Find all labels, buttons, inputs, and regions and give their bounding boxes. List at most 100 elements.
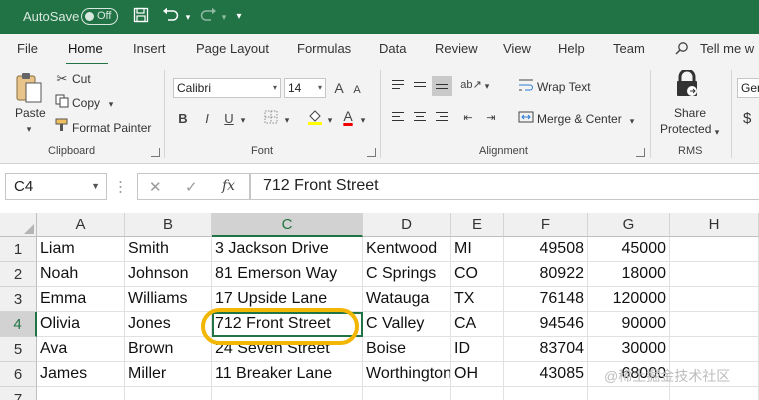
cell-b5[interactable]: Brown — [125, 337, 212, 362]
font-launcher-icon[interactable] — [367, 148, 376, 157]
row-header-7[interactable]: 7 — [0, 387, 37, 400]
cell-d2[interactable]: C Springs — [363, 262, 451, 287]
paste-button[interactable]: Paste — [15, 106, 46, 120]
autosave-toggle[interactable]: Off — [81, 8, 118, 25]
tab-data[interactable]: Data — [379, 41, 406, 56]
cut-icon[interactable]: ✂ — [54, 70, 70, 88]
cell-h4[interactable] — [670, 312, 759, 337]
cell-b2[interactable]: Johnson — [125, 262, 212, 287]
row-header-1[interactable]: 1 — [0, 237, 37, 262]
tab-view[interactable]: View — [503, 41, 531, 56]
customize-toolbar-icon[interactable]: ▾ — [233, 7, 245, 27]
merge-center-button[interactable]: Merge & Center — [537, 112, 622, 126]
cell-g1[interactable]: 45000 — [588, 237, 670, 262]
copy-dropdown-icon[interactable]: ▾ — [106, 95, 116, 113]
borders-icon[interactable] — [262, 110, 280, 129]
paste-icon[interactable] — [14, 70, 44, 104]
cell-g4[interactable]: 90000 — [588, 312, 670, 337]
cell-d3[interactable]: Watauga — [363, 287, 451, 312]
fill-color-icon[interactable] — [306, 108, 324, 131]
cell-h5[interactable] — [670, 337, 759, 362]
cell-d7[interactable] — [363, 387, 451, 400]
cell-b6[interactable]: Miller — [125, 362, 212, 387]
row-header-2[interactable]: 2 — [0, 262, 37, 287]
cell-e5[interactable]: ID — [451, 337, 504, 362]
merge-dropdown-icon[interactable]: ▾ — [627, 112, 637, 130]
bottom-align-icon[interactable] — [432, 76, 452, 96]
cell-g7[interactable] — [588, 387, 670, 400]
enter-icon[interactable]: ✓ — [185, 178, 198, 196]
grow-font-icon[interactable]: A — [331, 79, 347, 97]
tab-home[interactable]: Home — [68, 41, 103, 56]
cell-c6[interactable]: 11 Breaker Lane — [212, 362, 363, 387]
column-header-b[interactable]: B — [125, 213, 212, 237]
tab-review[interactable]: Review — [435, 41, 478, 56]
row-header-5[interactable]: 5 — [0, 337, 37, 362]
clipboard-launcher-icon[interactable] — [151, 148, 160, 157]
shrink-font-icon[interactable]: A — [350, 81, 364, 99]
copy-button[interactable]: Copy — [72, 96, 100, 110]
column-header-e[interactable]: E — [451, 213, 504, 237]
redo-dropdown-icon[interactable]: ▾ — [219, 7, 229, 27]
cell-a5[interactable]: Ava — [37, 337, 125, 362]
tab-team[interactable]: Team — [613, 41, 645, 56]
cell-f2[interactable]: 80922 — [504, 262, 588, 287]
cell-c2[interactable]: 81 Emerson Way — [212, 262, 363, 287]
italic-button[interactable]: I — [200, 110, 214, 128]
orientation-dropdown-icon[interactable]: ▾ — [482, 77, 492, 95]
paste-dropdown-icon[interactable]: ▾ — [22, 120, 36, 138]
tell-me-input[interactable]: Tell me w — [700, 41, 754, 56]
undo-icon[interactable] — [160, 7, 182, 27]
column-header-a[interactable]: A — [37, 213, 125, 237]
insert-function-icon[interactable]: fx — [222, 178, 235, 194]
font-size-select[interactable]: 14 ▾ — [284, 78, 326, 98]
cell-b1[interactable]: Smith — [125, 237, 212, 262]
column-header-g[interactable]: G — [588, 213, 670, 237]
redo-icon[interactable] — [197, 7, 219, 27]
formula-input[interactable]: 712 Front Street — [250, 173, 759, 200]
format-painter-icon[interactable] — [54, 118, 70, 137]
cell-a2[interactable]: Noah — [37, 262, 125, 287]
format-painter-button[interactable]: Format Painter — [72, 121, 151, 135]
tell-me-search-icon[interactable] — [675, 41, 689, 58]
column-header-f[interactable]: F — [504, 213, 588, 237]
cell-a1[interactable]: Liam — [37, 237, 125, 262]
wrap-text-icon[interactable] — [517, 78, 535, 97]
cell-h1[interactable] — [670, 237, 759, 262]
cell-a3[interactable]: Emma — [37, 287, 125, 312]
cell-d6[interactable]: Worthington — [363, 362, 451, 387]
align-right-icon[interactable] — [432, 108, 452, 128]
borders-dropdown-icon[interactable]: ▾ — [282, 111, 292, 129]
cell-e6[interactable]: OH — [451, 362, 504, 387]
tab-formulas[interactable]: Formulas — [297, 41, 351, 56]
orientation-icon[interactable]: ab↗ — [460, 76, 482, 94]
increase-indent-icon[interactable]: ⇥ — [482, 109, 500, 127]
font-color-icon[interactable]: A — [340, 107, 356, 125]
cell-d1[interactable]: Kentwood — [363, 237, 451, 262]
cell-c1[interactable]: 3 Jackson Drive — [212, 237, 363, 262]
wrap-text-button[interactable]: Wrap Text — [537, 80, 591, 94]
row-header-4[interactable]: 4 — [0, 312, 37, 337]
row-header-3[interactable]: 3 — [0, 287, 37, 312]
undo-dropdown-icon[interactable]: ▾ — [183, 7, 193, 27]
middle-align-icon[interactable] — [410, 76, 430, 96]
name-box[interactable]: C4 ▼ — [5, 173, 107, 200]
share-label[interactable]: Share — [674, 106, 706, 120]
cell-f6[interactable]: 43085 — [504, 362, 588, 387]
cell-h2[interactable] — [670, 262, 759, 287]
cell-d4[interactable]: C Valley — [363, 312, 451, 337]
column-header-c[interactable]: C — [212, 213, 363, 237]
underline-button[interactable]: U — [222, 110, 236, 128]
column-header-d[interactable]: D — [363, 213, 451, 237]
row-header-6[interactable]: 6 — [0, 362, 37, 387]
alignment-launcher-icon[interactable] — [636, 148, 645, 157]
column-header-h[interactable]: H — [670, 213, 759, 237]
bold-button[interactable]: B — [176, 110, 190, 128]
cell-a4[interactable]: Olivia — [37, 312, 125, 337]
cell-e1[interactable]: MI — [451, 237, 504, 262]
cell-f5[interactable]: 83704 — [504, 337, 588, 362]
underline-dropdown-icon[interactable]: ▾ — [238, 111, 248, 129]
cell-g5[interactable]: 30000 — [588, 337, 670, 362]
cell-e7[interactable] — [451, 387, 504, 400]
number-format-select[interactable]: Ger — [737, 78, 759, 98]
